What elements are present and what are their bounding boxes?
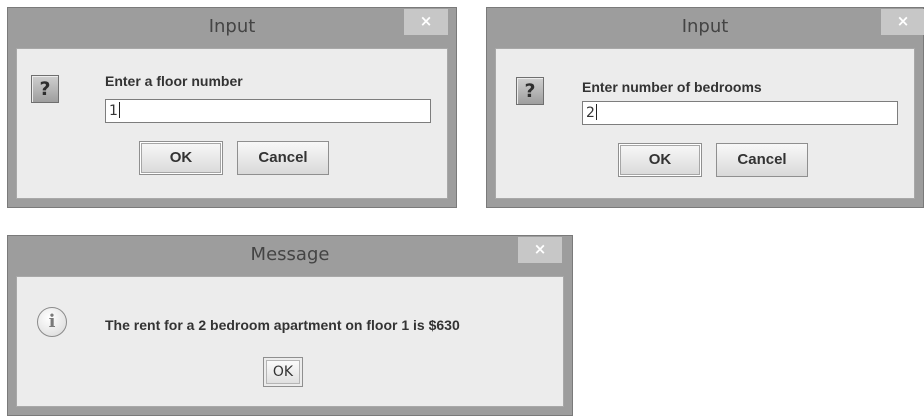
message-dialog: Message × i The rent for a 2 bedroom apa…: [7, 235, 573, 416]
input-value: 2: [586, 105, 595, 121]
title-bar[interactable]: Input ×: [8, 8, 456, 48]
dialog-title: Input: [208, 16, 256, 37]
dialog-body: ? Enter a floor number 1 OK Cancel: [16, 48, 448, 199]
question-icon: ?: [31, 75, 59, 103]
ok-button[interactable]: OK: [618, 143, 702, 177]
screenshot: Input × ? Enter a floor number 1 OK Canc…: [0, 0, 924, 416]
question-icon: ?: [516, 77, 544, 105]
title-bar[interactable]: Input ×: [487, 8, 924, 48]
information-icon: i: [37, 307, 67, 337]
ok-button-label: OK: [266, 360, 300, 384]
title-bar[interactable]: Message ×: [8, 236, 572, 276]
prompt-label: Enter a floor number: [105, 73, 243, 89]
close-button[interactable]: ×: [518, 237, 562, 263]
input-dialog-bedrooms: Input × ? Enter number of bedrooms 2 OK …: [486, 7, 924, 208]
ok-button[interactable]: OK: [263, 357, 303, 387]
input-dialog-floor: Input × ? Enter a floor number 1 OK Canc…: [7, 7, 457, 208]
prompt-label: Enter number of bedrooms: [582, 79, 762, 95]
message-text: The rent for a 2 bedroom apartment on fl…: [105, 317, 460, 333]
cancel-button[interactable]: Cancel: [237, 141, 329, 175]
input-value: 1: [109, 103, 118, 119]
text-caret: [118, 102, 120, 118]
close-icon: ×: [896, 12, 910, 30]
ok-button[interactable]: OK: [139, 141, 223, 175]
bedrooms-input[interactable]: 2: [582, 101, 898, 125]
dialog-body: ? Enter number of bedrooms 2 OK Cancel: [495, 48, 915, 199]
floor-number-input[interactable]: 1: [105, 99, 431, 123]
close-icon: ×: [533, 240, 547, 258]
text-caret: [595, 104, 597, 120]
close-icon: ×: [419, 12, 433, 30]
close-button[interactable]: ×: [881, 9, 924, 35]
dialog-title: Input: [681, 16, 729, 37]
cancel-button[interactable]: Cancel: [716, 143, 808, 177]
dialog-title: Message: [250, 244, 330, 265]
close-button[interactable]: ×: [404, 9, 448, 35]
dialog-body: i The rent for a 2 bedroom apartment on …: [16, 276, 564, 407]
